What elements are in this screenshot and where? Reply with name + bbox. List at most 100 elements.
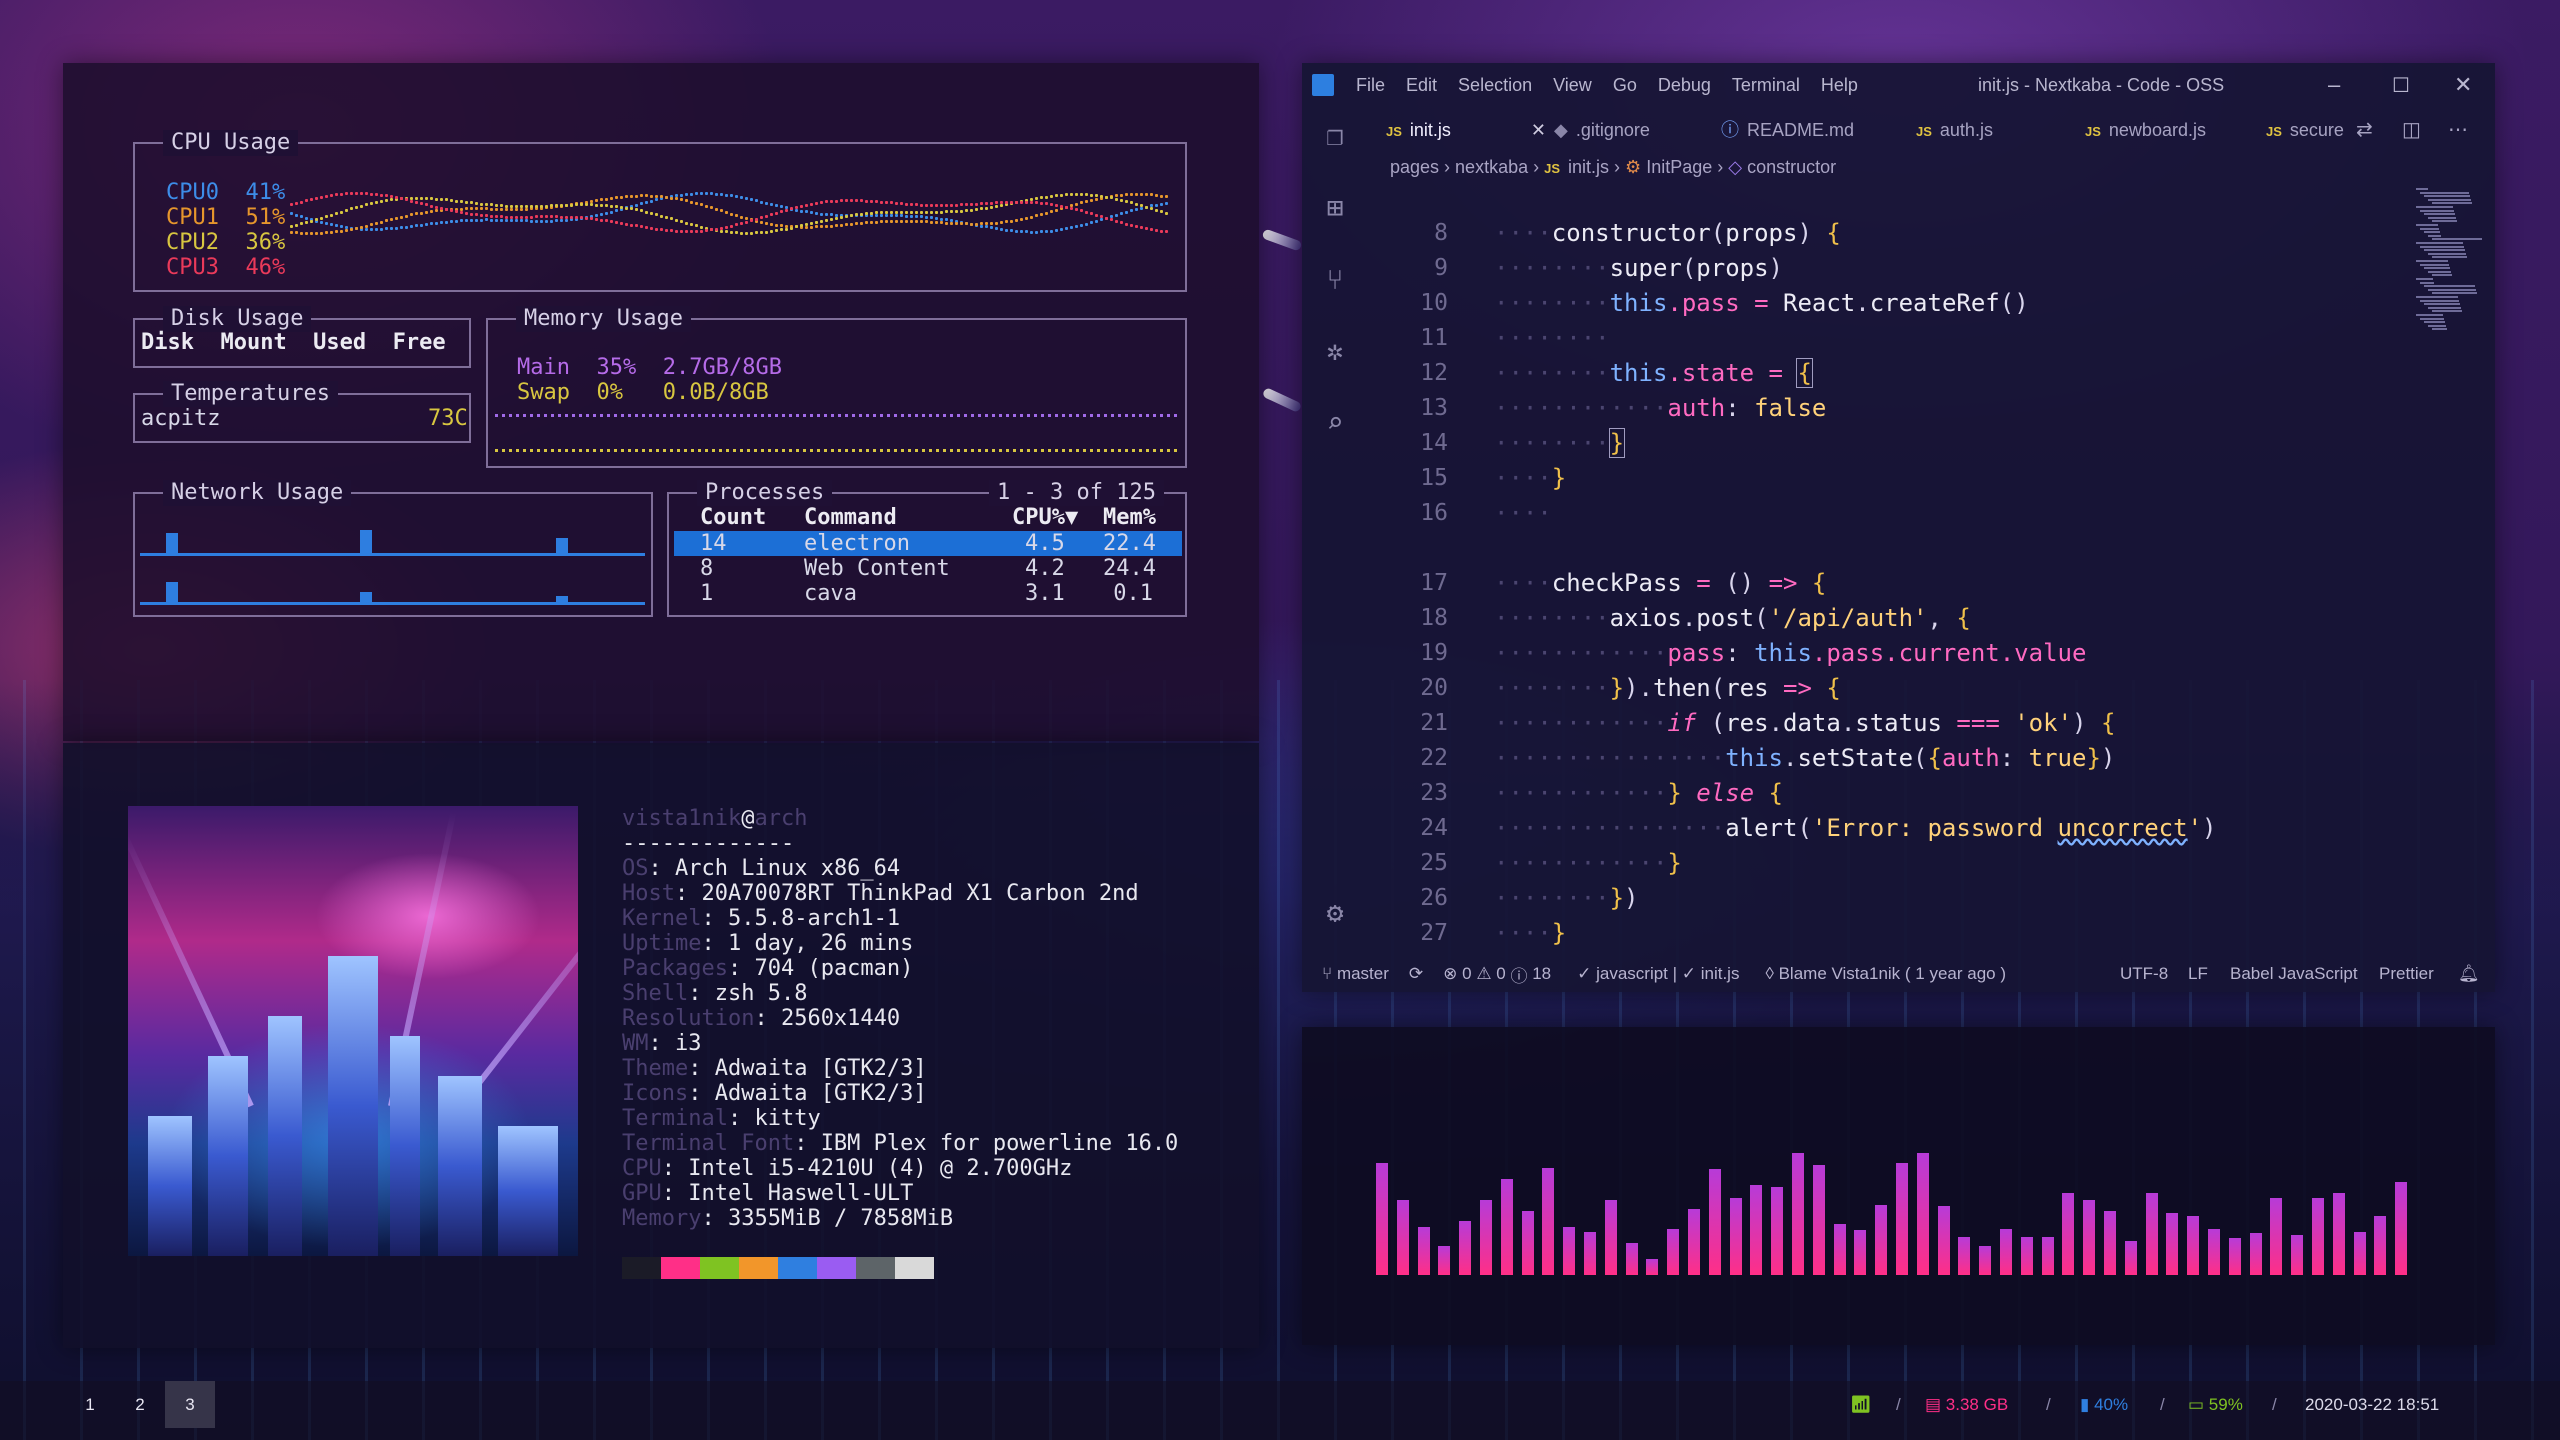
code-line[interactable]: ········super(props)	[1494, 254, 1783, 282]
process-header-cpu[interactable]: CPU%▼	[1012, 505, 1078, 530]
code-line[interactable]: ········axios.post('/api/auth', {	[1494, 604, 1971, 632]
memory-status[interactable]: ▤ 3.38 GB	[1925, 1381, 2008, 1428]
cpu-graph-point	[1030, 201, 1033, 204]
status-lint[interactable]: javascript | ✓ init.js	[1596, 964, 1739, 984]
code-line[interactable]: ················alert('Error: password u…	[1494, 814, 2216, 842]
code-line[interactable]: ····}	[1494, 464, 1566, 492]
status-blame[interactable]: Blame Vista1nik ( 1 year ago )	[1779, 964, 2006, 984]
menu-file[interactable]: File	[1356, 75, 1385, 96]
status-branch[interactable]: master	[1337, 964, 1389, 984]
breadcrumb-item[interactable]: InitPage	[1646, 157, 1712, 177]
visualizer-bar	[2395, 1182, 2407, 1275]
workspace-2[interactable]: 2	[115, 1381, 165, 1428]
split-editor-icon[interactable]: ◫	[2402, 108, 2421, 152]
tab-secure[interactable]: JS secure	[2266, 108, 2344, 152]
minimize-icon[interactable]: –	[2328, 72, 2340, 98]
debug-icon[interactable]: ✲	[1320, 336, 1350, 366]
menu-go[interactable]: Go	[1613, 75, 1637, 96]
process-row[interactable]: 1 cava 3.1 0.1	[674, 581, 1182, 606]
tab-auth-js[interactable]: JS auth.js	[1916, 108, 1993, 152]
explorer-icon[interactable]: ❐	[1320, 121, 1350, 151]
cpu1-value: 51%	[245, 205, 286, 230]
search-icon[interactable]: ⌕	[1320, 408, 1350, 438]
code-line[interactable]: ············} else {	[1494, 779, 1783, 807]
status-encoding[interactable]: UTF-8	[2120, 964, 2168, 984]
breadcrumb-item[interactable]: init.js	[1568, 157, 1609, 177]
close-window-icon[interactable]: ✕	[2454, 72, 2472, 98]
wifi-icon[interactable]: 📶︎	[1850, 1381, 1872, 1428]
code-line[interactable]: ········}).then(res => {	[1494, 674, 1841, 702]
cpu-graph-point	[415, 201, 418, 204]
minimap-line	[2424, 321, 2445, 324]
cpu-graph-point	[675, 219, 678, 222]
cpu-graph-point	[970, 203, 973, 206]
cpu-graph-point	[715, 208, 718, 211]
tab-init-js[interactable]: JS init.js ✕	[1386, 108, 1546, 152]
process-row-selected[interactable]: 14 electron 4.5 22.4	[674, 531, 1182, 556]
minimap-line	[2416, 260, 2448, 262]
extensions-icon[interactable]: ⊞	[1320, 193, 1350, 223]
process-header-mem[interactable]: Mem%	[1103, 505, 1156, 530]
volume-status[interactable]: ▮ 40%	[2080, 1381, 2128, 1428]
visualizer-bar	[1626, 1243, 1638, 1275]
js-file-icon: JS	[1916, 124, 1932, 139]
code-line[interactable]: ····checkPass = () => {	[1494, 569, 1826, 597]
menu-selection[interactable]: Selection	[1458, 75, 1532, 96]
code-line[interactable]: ········this.pass = React.createRef()	[1494, 289, 2029, 317]
battery-status[interactable]: ▭ 59%	[2188, 1381, 2243, 1428]
settings-gear-icon[interactable]: ⚙	[1320, 898, 1350, 928]
minimap-line	[2420, 191, 2469, 194]
status-info[interactable]: 18	[1532, 964, 1551, 984]
code-line[interactable]: ····}	[1494, 919, 1566, 947]
status-formatter[interactable]: Prettier	[2379, 964, 2434, 984]
clock[interactable]: 2020-03-22 18:51	[2305, 1381, 2439, 1428]
code-line[interactable]: ············}	[1494, 849, 1682, 877]
maximize-icon[interactable]: ☐	[2392, 73, 2410, 98]
menu-terminal[interactable]: Terminal	[1732, 75, 1800, 96]
breadcrumb-item[interactable]: pages	[1390, 157, 1439, 177]
menu-view[interactable]: View	[1553, 75, 1592, 96]
minimap-line	[2432, 220, 2457, 223]
cpu-graph-point	[1015, 230, 1018, 233]
cpu-graph-point	[1130, 224, 1133, 227]
code-line[interactable]: ····constructor(props) {	[1494, 219, 1841, 247]
menu-edit[interactable]: Edit	[1406, 75, 1437, 96]
cpu-graph-point	[1020, 201, 1023, 204]
editor-minimap[interactable]	[2410, 188, 2490, 338]
code-line[interactable]: ············if (res.data.status === 'ok'…	[1494, 709, 2115, 737]
tab-gitignore[interactable]: ◆ .gitignore	[1554, 108, 1650, 152]
code-line[interactable]: ····	[1494, 499, 1552, 527]
sync-icon[interactable]: ⟳	[1409, 964, 1423, 984]
breadcrumb-item[interactable]: nextkaba	[1455, 157, 1528, 177]
menu-help[interactable]: Help	[1821, 75, 1858, 96]
workspace-3[interactable]: 3	[165, 1381, 215, 1428]
compare-changes-icon[interactable]: ⇄	[2356, 108, 2373, 152]
code-line[interactable]: ············pass: this.pass.current.valu…	[1494, 639, 2086, 667]
menu-debug[interactable]: Debug	[1658, 75, 1711, 96]
process-header-command[interactable]: Command	[804, 505, 897, 530]
code-line[interactable]: ················this.setState({auth: tru…	[1494, 744, 2115, 772]
code-line[interactable]: ············auth: false	[1494, 394, 1826, 422]
more-actions-icon[interactable]: ⋯	[2448, 108, 2468, 152]
breadcrumb-item[interactable]: constructor	[1747, 157, 1836, 177]
info-file-icon: ⓘ	[1721, 120, 1739, 140]
code-line[interactable]: ········	[1494, 324, 1610, 352]
tab-newboard-js[interactable]: JS newboard.js	[2085, 108, 2206, 152]
source-control-icon[interactable]: ⑂	[1320, 265, 1350, 295]
status-language[interactable]: Babel JavaScript	[2230, 964, 2358, 984]
process-row[interactable]: 8 Web Content 4.2 24.4	[674, 556, 1182, 581]
processes-range: 1 - 3 of 125	[989, 480, 1164, 506]
code-line[interactable]: ········}	[1494, 428, 1626, 458]
process-header-count[interactable]: Count	[700, 505, 766, 530]
cpu-graph-point	[920, 211, 923, 214]
close-tab-icon[interactable]: ✕	[1531, 120, 1546, 140]
code-line[interactable]: ········})	[1494, 884, 1639, 912]
status-eol[interactable]: LF	[2188, 964, 2208, 984]
workspace-1[interactable]: 1	[65, 1381, 115, 1428]
status-errors[interactable]: 0	[1462, 964, 1471, 984]
notifications-bell-icon[interactable]: 🔔︎	[2458, 964, 2480, 984]
tab-readme[interactable]: ⓘ README.md	[1721, 108, 1854, 152]
code-line[interactable]: ········this.state = {	[1494, 358, 1813, 388]
status-warnings[interactable]: 0	[1496, 964, 1505, 984]
cpu-graph-point	[640, 209, 643, 212]
